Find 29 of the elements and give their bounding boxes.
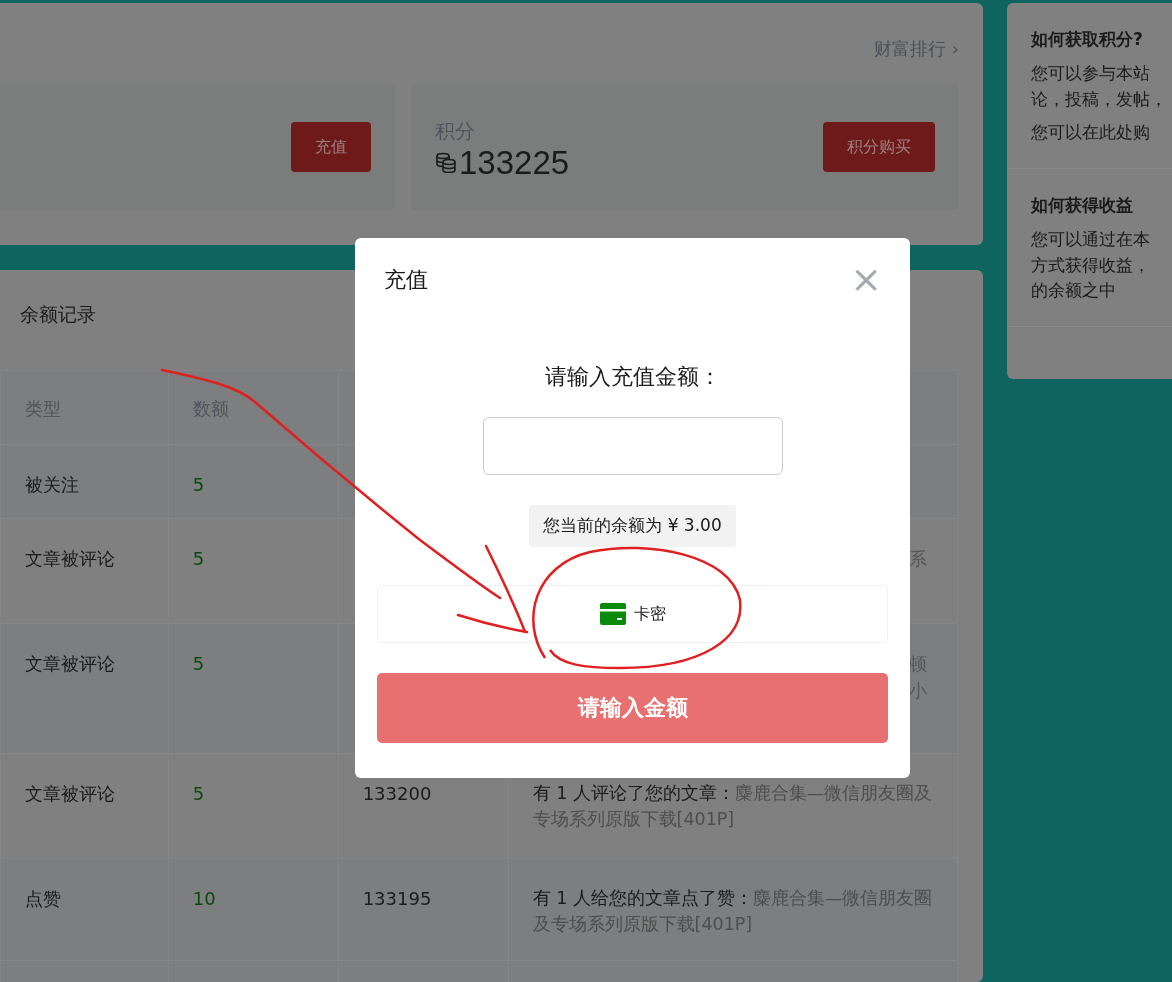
table-cell: 文章被评论 xyxy=(25,653,115,674)
table-cell: 文章被评论 xyxy=(25,783,115,804)
table-cell: 被关注 xyxy=(25,474,79,495)
help-text: 您可以参与本站 论，投稿，发帖， xyxy=(1031,62,1168,111)
table-cell: 10 xyxy=(192,888,216,909)
table-cell: 点赞 xyxy=(25,888,61,909)
amount-prompt: 请输入充值金额： xyxy=(544,364,721,389)
card-icon xyxy=(599,602,626,625)
help-text: 您可以在此处购 xyxy=(1031,121,1151,145)
table-cell: 5 xyxy=(192,653,205,674)
amount-input-field[interactable] xyxy=(482,417,783,475)
close-button[interactable]: × xyxy=(844,260,888,298)
table-cell: 5 xyxy=(192,548,205,569)
table-cell: 133200 xyxy=(362,783,432,804)
recharge-button[interactable]: 充值 xyxy=(291,122,371,172)
buy-points-button[interactable]: 积分购买 xyxy=(823,122,935,172)
help-title: 如何获得收益 xyxy=(1031,194,1134,216)
table-cell: 文章被评论 xyxy=(25,548,115,569)
help-title: 如何获取积分? xyxy=(1031,29,1144,50)
points-value: 133225 xyxy=(459,145,570,179)
table-cell: 5 xyxy=(192,474,205,495)
balance-note: 您当前的余额为 ¥ 3.00 xyxy=(529,505,736,547)
coins-icon xyxy=(435,151,457,173)
table-cell: 5 xyxy=(192,783,205,804)
records-title: 余额记录 xyxy=(20,303,96,325)
table-cell: 133195 xyxy=(362,888,432,909)
payment-method-option[interactable]: 卡密 xyxy=(377,584,888,643)
dialog-title: 充值 xyxy=(384,265,428,294)
help-text: 您可以通过在本 方式获得收益， 的余额之中 xyxy=(1031,228,1151,303)
